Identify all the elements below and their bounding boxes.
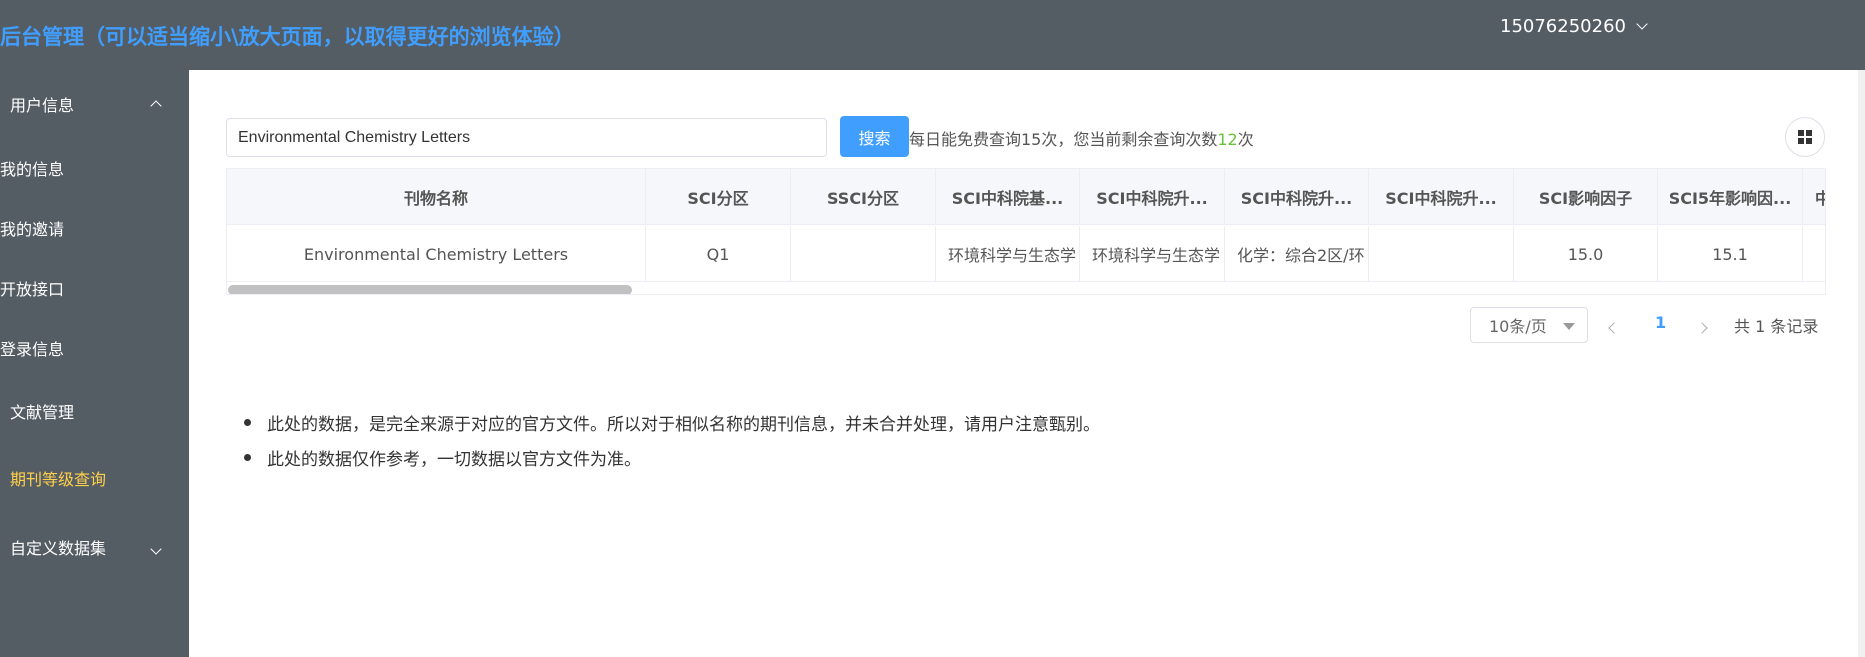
- table-cell: [1369, 226, 1514, 282]
- sidebar-item-user-info[interactable]: 用户信息: [0, 79, 189, 129]
- quota-remaining: 12: [1217, 130, 1238, 149]
- sidebar-item-my-invite[interactable]: 我的邀请: [0, 203, 189, 253]
- page-size-select[interactable]: 10条/页: [1470, 307, 1588, 343]
- table-cell: 15.0: [1514, 226, 1658, 282]
- sidebar-item-literature[interactable]: 文献管理: [0, 386, 189, 436]
- column-header[interactable]: SCI中科院升...: [1369, 169, 1514, 225]
- table-cell: 环境科学与生态学: [936, 226, 1080, 282]
- page-title: 后台管理（可以适当缩小\放大页面，以取得更好的浏览体验）: [0, 25, 575, 49]
- sidebar-item-label: 我的信息: [0, 160, 65, 179]
- column-header[interactable]: 刊物名称: [227, 169, 646, 225]
- chevron-up-icon: [150, 95, 162, 114]
- journal-table: 刊物名称 SCI分区 SSCI分区 SCI中科院基... SCI中科院升... …: [226, 168, 1826, 295]
- table-cell: [1803, 226, 1825, 282]
- table-cell: 15.1: [1658, 226, 1803, 282]
- chevron-down-icon: [150, 538, 162, 557]
- sidebar-item-journal-rank[interactable]: 期刊等级查询: [0, 453, 189, 503]
- column-header[interactable]: SCI影响因子: [1514, 169, 1658, 225]
- search-input[interactable]: [226, 118, 827, 157]
- prev-page-button[interactable]: [1608, 317, 1620, 336]
- next-page-button[interactable]: [1696, 317, 1708, 336]
- scrollbar-thumb[interactable]: [228, 285, 632, 294]
- table-cell: Q1: [646, 226, 791, 282]
- sidebar: 用户信息 我的信息 我的邀请 开放接口 登录信息 文献管理 期刊等级查询 自定义…: [0, 70, 189, 657]
- sidebar-item-open-api[interactable]: 开放接口: [0, 263, 189, 313]
- user-account: 15076250260: [1500, 16, 1626, 37]
- sidebar-item-label: 我的邀请: [0, 220, 65, 239]
- column-header[interactable]: SCI中科院升...: [1080, 169, 1225, 225]
- list-item: 此处的数据仅作参考，一切数据以官方文件为准。: [242, 445, 1100, 480]
- sidebar-item-login-info[interactable]: 登录信息: [0, 323, 189, 373]
- sidebar-item-label: 自定义数据集: [10, 539, 107, 558]
- sidebar-item-label: 开放接口: [0, 280, 65, 299]
- list-item: 此处的数据，是完全来源于对应的官方文件。所以对于相似名称的期刊信息，并未合并处理…: [242, 410, 1100, 445]
- table-cell: Environmental Chemistry Letters: [227, 226, 646, 282]
- chevron-down-icon: [1636, 18, 1648, 30]
- notes-list: 此处的数据，是完全来源于对应的官方文件。所以对于相似名称的期刊信息，并未合并处理…: [242, 410, 1100, 480]
- table-cell: [791, 226, 936, 282]
- column-header[interactable]: 中: [1803, 169, 1825, 225]
- page-scrollbar[interactable]: [1858, 70, 1865, 657]
- total-records: 共 1 条记录: [1734, 317, 1819, 336]
- table-cell: 环境科学与生态学: [1080, 226, 1225, 282]
- sidebar-item-label: 期刊等级查询: [10, 470, 107, 489]
- search-button[interactable]: 搜索: [840, 116, 909, 157]
- sidebar-item-label: 登录信息: [0, 340, 65, 359]
- quota-suffix: 次: [1237, 130, 1254, 149]
- column-settings-button[interactable]: [1785, 117, 1825, 157]
- table-cell: 化学：综合2区/环: [1225, 226, 1369, 282]
- page-number-current[interactable]: 1: [1655, 313, 1666, 332]
- column-header[interactable]: SCI中科院基...: [936, 169, 1080, 225]
- column-header[interactable]: SCI中科院升...: [1225, 169, 1369, 225]
- chevron-left-icon: [1608, 322, 1620, 334]
- sidebar-item-my-info[interactable]: 我的信息: [0, 143, 189, 193]
- caret-down-icon: [1563, 323, 1575, 330]
- table-row[interactable]: Environmental Chemistry Letters Q1 环境科学与…: [227, 226, 1825, 282]
- sidebar-item-custom-dataset[interactable]: 自定义数据集: [0, 522, 189, 572]
- chevron-right-icon: [1696, 322, 1708, 334]
- sidebar-item-label: 用户信息: [10, 96, 75, 115]
- page-size-value: 10条/页: [1489, 317, 1547, 336]
- user-dropdown[interactable]: 15076250260: [1500, 16, 1648, 37]
- column-header[interactable]: SSCI分区: [791, 169, 936, 225]
- grid-icon: [1798, 130, 1812, 144]
- column-header[interactable]: SCI5年影响因...: [1658, 169, 1803, 225]
- top-header: 后台管理（可以适当缩小\放大页面，以取得更好的浏览体验） 15076250260: [0, 0, 1865, 70]
- query-quota-text: 每日能免费查询15次，您当前剩余查询次数12次: [909, 126, 1254, 150]
- quota-prefix: 每日能免费查询15次，您当前剩余查询次数: [909, 130, 1218, 149]
- sidebar-item-label: 文献管理: [10, 403, 75, 422]
- table-header-row: 刊物名称 SCI分区 SSCI分区 SCI中科院基... SCI中科院升... …: [227, 169, 1825, 225]
- column-header[interactable]: SCI分区: [646, 169, 791, 225]
